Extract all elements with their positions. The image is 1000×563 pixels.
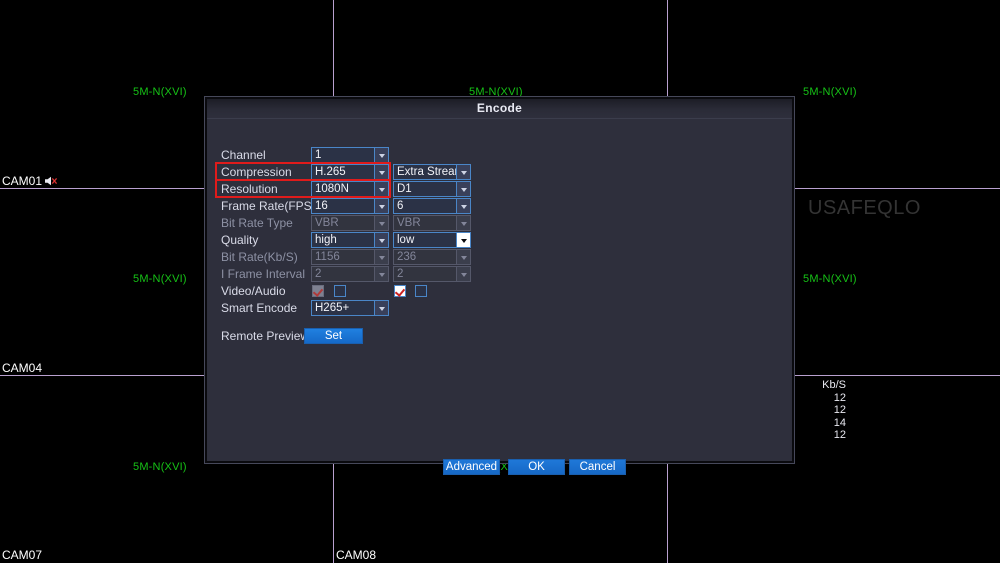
bitrate-stats-value: 14 [833, 416, 846, 429]
smart-encode-select[interactable]: H265+ [311, 300, 389, 316]
label-resolution: Resolution [221, 182, 278, 196]
quality-select-extra-value: low [397, 234, 415, 246]
video-checkbox-main [312, 285, 324, 297]
mute-speaker-icon[interactable] [44, 175, 58, 187]
chevron-down-icon [456, 267, 470, 281]
i-frame-interval-select-main: 2 [311, 266, 389, 282]
bit-rate-select-main: 1156 [311, 249, 389, 265]
chevron-down-icon[interactable] [374, 182, 388, 196]
bitrate-stats-header: Kb/S [822, 379, 846, 391]
smart-encode-select-value: H265+ [315, 302, 350, 314]
chevron-down-icon [456, 216, 470, 230]
camera-resolution-label: 5M-N(XVI) [133, 86, 187, 98]
dialog-body: Channel 1 Compression H.265 Extra Stream… [207, 119, 792, 475]
frame-rate-select-main-value: 16 [315, 200, 328, 212]
label-quality: Quality [221, 233, 259, 247]
ok-button[interactable]: OK [508, 459, 565, 475]
stream-type-select-value: Extra Stream [397, 166, 456, 178]
chevron-down-icon[interactable] [456, 233, 470, 247]
label-frame-rate: Frame Rate(FPS) [221, 199, 316, 213]
i-frame-interval-select-main-value: 2 [315, 268, 322, 280]
chevron-down-icon [456, 250, 470, 264]
encode-dialog: Encode Channel 1 Compression H.265 Extra… [205, 97, 794, 475]
label-compression: Compression [221, 165, 292, 179]
label-i-frame-interval: I Frame Interval [221, 267, 306, 281]
compression-select-main[interactable]: H.265 [311, 164, 389, 180]
label-video-audio: Video/Audio [221, 284, 286, 298]
chevron-down-icon[interactable] [456, 199, 470, 213]
channel-select[interactable]: 1 [311, 147, 389, 163]
bit-rate-type-select-extra: VBR [393, 215, 471, 231]
label-bit-rate: Bit Rate(Kb/S) [221, 250, 298, 264]
label-bit-rate-type: Bit Rate Type [221, 216, 293, 230]
chevron-down-icon[interactable] [374, 148, 388, 162]
channel-select-value: 1 [315, 149, 322, 161]
camera-name-label: CAM01 [2, 174, 43, 188]
i-frame-interval-select-extra-value: 2 [397, 268, 404, 280]
bit-rate-type-select-main: VBR [311, 215, 389, 231]
resolution-select-main[interactable]: 1080N [311, 181, 389, 197]
cancel-button[interactable]: Cancel [569, 459, 626, 475]
camera-resolution-label: 5M-N(XVI) [803, 273, 857, 285]
quality-select-main[interactable]: high [311, 232, 389, 248]
compression-select-main-value: H.265 [315, 166, 346, 178]
chevron-down-icon [374, 216, 388, 230]
chevron-down-icon[interactable] [456, 165, 470, 179]
chevron-down-icon[interactable] [374, 233, 388, 247]
dialog-title: Encode [476, 101, 523, 115]
quality-select-main-value: high [315, 234, 337, 246]
stream-type-select[interactable]: Extra Stream [393, 164, 471, 180]
chevron-down-icon[interactable] [456, 182, 470, 196]
chevron-down-icon [374, 267, 388, 281]
camera-resolution-label: 5M-N(XVI) [133, 461, 187, 473]
bit-rate-select-extra-value: 236 [397, 251, 417, 263]
video-checkbox-extra[interactable] [394, 285, 406, 297]
dialog-titlebar: Encode [207, 99, 792, 119]
bitrate-stats-value: 12 [833, 404, 846, 416]
frame-rate-select-extra[interactable]: 6 [393, 198, 471, 214]
bit-rate-select-main-value: 1156 [315, 251, 340, 263]
label-smart-encode: Smart Encode [221, 301, 298, 315]
resolution-select-extra[interactable]: D1 [393, 181, 471, 197]
remote-preview-set-button[interactable]: Set [304, 328, 363, 344]
resolution-select-main-value: 1080N [315, 183, 349, 195]
quality-select-extra[interactable]: low [393, 232, 471, 248]
camera-name-label: CAM07 [2, 548, 43, 562]
resolution-select-extra-value: D1 [397, 183, 412, 195]
chevron-down-icon[interactable] [374, 165, 388, 179]
frame-rate-select-extra-value: 6 [397, 200, 404, 212]
frame-rate-select-main[interactable]: 16 [311, 198, 389, 214]
bitrate-stats-value: 12 [833, 391, 846, 404]
bit-rate-type-select-extra-value: VBR [397, 217, 421, 229]
bit-rate-select-extra: 236 [393, 249, 471, 265]
chevron-down-icon[interactable] [374, 301, 388, 315]
audio-checkbox-extra[interactable] [415, 285, 427, 297]
camera-name-label: CAM04 [2, 361, 43, 375]
audio-checkbox-main[interactable] [334, 285, 346, 297]
channel-watermark: USAFEQLO [808, 197, 921, 219]
camera-resolution-label: 5M-N(XVI) [803, 86, 857, 98]
bitrate-stats-value: 12 [833, 429, 846, 441]
i-frame-interval-select-extra: 2 [393, 266, 471, 282]
chevron-down-icon [374, 250, 388, 264]
camera-name-label: CAM08 [336, 548, 377, 562]
bitrate-stats-panel: Kb/S 12 12 14 12 [786, 379, 846, 442]
chevron-down-icon[interactable] [374, 199, 388, 213]
advanced-button[interactable]: Advanced [443, 459, 500, 475]
camera-resolution-label: 5M-N(XVI) [133, 273, 187, 285]
label-channel: Channel [221, 148, 266, 162]
bit-rate-type-select-main-value: VBR [315, 217, 339, 229]
